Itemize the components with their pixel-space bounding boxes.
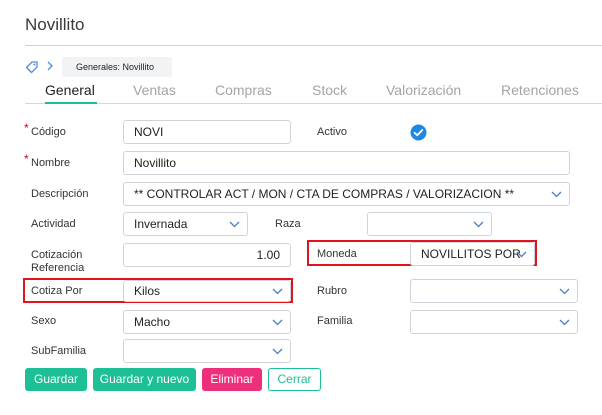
guardar-y-nuevo-button[interactable]: Guardar y nuevo <box>93 368 196 391</box>
moneda-label: Moneda <box>317 248 357 260</box>
eliminar-button[interactable]: Eliminar <box>202 368 262 391</box>
sexo-label: Sexo <box>31 315 57 327</box>
chevron-down-icon <box>229 221 240 228</box>
tab-ventas[interactable]: Ventas <box>133 80 176 104</box>
moneda-value: NOVILLITOS POR <box>421 247 521 261</box>
rubro-select[interactable] <box>410 279 578 303</box>
raza-label: Raza <box>275 218 301 230</box>
activo-label: Activo <box>317 126 347 138</box>
activo-checkbox[interactable] <box>410 124 427 141</box>
chevron-down-icon <box>272 288 283 295</box>
tab-general[interactable]: General <box>45 80 97 104</box>
moneda-select[interactable]: NOVILLITOS POR <box>410 242 535 266</box>
cerrar-button[interactable]: Cerrar <box>268 368 321 391</box>
subfamilia-select[interactable] <box>123 339 291 363</box>
chevron-down-icon <box>272 319 283 326</box>
tab-stock[interactable]: Stock <box>312 80 347 104</box>
subfamilia-label: SubFamilia <box>31 345 87 357</box>
nombre-label: * Nombre <box>24 152 71 170</box>
tag-icon[interactable] <box>25 60 39 74</box>
title-divider <box>25 45 602 46</box>
chevron-down-icon <box>516 251 527 258</box>
descripcion-label: Descripción <box>31 188 89 200</box>
descripcion-value: ** CONTROLAR ACT / MON / CTA DE COMPRAS … <box>134 187 515 201</box>
familia-select[interactable] <box>410 310 578 334</box>
nombre-input[interactable]: Novillito <box>123 151 570 175</box>
chevron-down-icon <box>559 319 570 326</box>
cotizacion-input[interactable]: 1.00 <box>123 243 291 267</box>
check-circle-icon <box>410 124 427 141</box>
chevron-down-icon <box>551 191 562 198</box>
chevron-down-icon <box>559 288 570 295</box>
actividad-value: Invernada <box>134 217 188 231</box>
descripcion-select[interactable]: ** CONTROLAR ACT / MON / CTA DE COMPRAS … <box>123 182 570 206</box>
tab-bar: General Ventas Compras Stock Valorizació… <box>25 80 602 104</box>
required-asterisk: * <box>24 152 29 166</box>
tab-retenciones[interactable]: Retenciones <box>501 80 579 104</box>
sexo-select[interactable]: Macho <box>123 310 291 334</box>
cotiza-por-value: Kilos <box>134 284 161 298</box>
chevron-down-icon <box>473 221 484 228</box>
cotiza-por-select[interactable]: Kilos <box>123 280 291 302</box>
page-title: Novillito <box>25 15 85 34</box>
codigo-label: * Código <box>24 121 66 139</box>
tab-compras[interactable]: Compras <box>215 80 272 104</box>
actividad-select[interactable]: Invernada <box>123 212 248 236</box>
cotizacion-label: Cotización Referencia <box>31 249 85 274</box>
cotiza-por-label: Cotiza Por <box>31 285 83 297</box>
breadcrumb-current[interactable]: Generales: Novillito <box>62 57 172 77</box>
sexo-value: Macho <box>134 315 171 329</box>
rubro-label: Rubro <box>317 285 347 297</box>
tab-valorizacion[interactable]: Valorización <box>386 80 461 104</box>
raza-select[interactable] <box>367 212 492 236</box>
chevron-right-icon <box>46 60 56 74</box>
required-asterisk: * <box>24 121 29 135</box>
codigo-input[interactable]: NOVI <box>123 120 291 144</box>
familia-label: Familia <box>317 315 353 327</box>
guardar-button[interactable]: Guardar <box>25 368 87 391</box>
breadcrumb: Generales: Novillito <box>25 57 172 77</box>
chevron-down-icon <box>272 348 283 355</box>
actividad-label: Actividad <box>31 218 76 230</box>
